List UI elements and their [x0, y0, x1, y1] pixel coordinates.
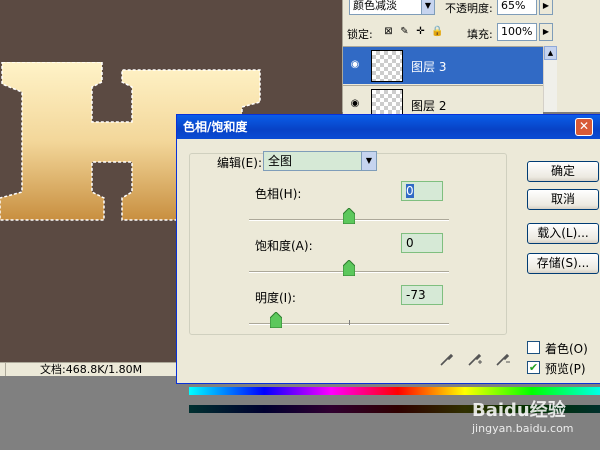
hue-value: 0 — [406, 184, 414, 198]
fill-input[interactable]: 100% — [497, 23, 537, 41]
eyedropper-subtract-icon[interactable] — [495, 351, 511, 367]
eye-icon[interactable]: ◉ — [349, 98, 361, 110]
lock-all-icon[interactable]: 🔒 — [431, 26, 443, 37]
hue-slider-thumb[interactable] — [343, 208, 355, 224]
lock-transparency-icon[interactable]: ⊠ — [383, 26, 394, 37]
document-size-info: 文档:468.8K/1.80M — [40, 363, 143, 376]
saturation-label: 饱和度(A): — [255, 239, 313, 253]
chevron-down-icon[interactable]: ▼ — [361, 151, 377, 171]
lock-label: 锁定: — [347, 28, 373, 41]
layers-panel: 颜色减淡 ▼ 不透明度: 65% ▶ 锁定: ⊠ ✎ ✛ 🔒 填充: 100% … — [342, 0, 600, 123]
preview-checkbox[interactable]: ✔ — [527, 361, 540, 374]
layer-row[interactable]: ◉ 图层 3 — [343, 46, 543, 84]
opacity-input[interactable]: 65% — [497, 0, 537, 15]
opacity-label: 不透明度: — [445, 2, 493, 15]
edit-range-select[interactable]: 全图 — [263, 151, 377, 171]
dialog-title: 色相/饱和度 — [183, 120, 248, 134]
lock-move-icon[interactable]: ✛ — [415, 26, 426, 37]
close-icon[interactable]: ✕ — [575, 118, 593, 136]
saturation-slider-thumb[interactable] — [343, 260, 355, 276]
eyedropper-icon[interactable] — [439, 351, 455, 367]
lock-brush-icon[interactable]: ✎ — [399, 26, 410, 37]
hue-saturation-dialog: 色相/饱和度 ✕ 编辑(E): 全图 ▼ 色相(H): 0 饱和度(A): 0 … — [176, 114, 600, 413]
scroll-up-icon[interactable]: ▲ — [544, 46, 557, 60]
layers-scrollbar[interactable]: ▲ — [543, 46, 557, 112]
edit-label: 编辑(E): — [215, 154, 264, 171]
dialog-titlebar[interactable]: 色相/饱和度 ✕ — [177, 115, 600, 139]
hue-slider[interactable] — [249, 208, 449, 224]
eyedropper-add-icon[interactable] — [467, 351, 483, 367]
chevron-right-icon[interactable]: ▶ — [539, 23, 553, 41]
hue-label: 色相(H): — [255, 187, 302, 201]
lightness-slider[interactable] — [249, 312, 449, 328]
saturation-input[interactable]: 0 — [401, 233, 443, 253]
load-button[interactable]: 载入(L)... — [527, 223, 599, 244]
ok-button[interactable]: 确定 — [527, 161, 599, 182]
watermark-url: jingyan.baidu.com — [472, 422, 574, 435]
watermark-brand: Baidu经验 — [472, 400, 566, 421]
eye-icon[interactable]: ◉ — [349, 59, 361, 71]
slider-center-tick — [349, 320, 350, 325]
chevron-down-icon[interactable]: ▼ — [421, 0, 435, 15]
fill-label: 填充: — [467, 28, 493, 41]
hue-input[interactable]: 0 — [401, 181, 443, 201]
saturation-slider[interactable] — [249, 260, 449, 276]
status-cell — [0, 363, 6, 376]
layer-name: 图层 3 — [411, 60, 447, 74]
layer-name: 图层 2 — [411, 99, 447, 113]
save-button[interactable]: 存储(S)... — [527, 253, 599, 274]
cancel-button[interactable]: 取消 — [527, 189, 599, 210]
chevron-right-icon[interactable]: ▶ — [539, 0, 553, 15]
layer-thumbnail — [371, 50, 403, 82]
lightness-input[interactable]: -73 — [401, 285, 443, 305]
colorize-checkbox[interactable] — [527, 341, 540, 354]
colorize-label: 着色(O) — [545, 342, 588, 356]
lightness-slider-thumb[interactable] — [270, 312, 282, 328]
watermark: Baidu经验 jingyan.baidu.com — [472, 396, 600, 444]
adjustment-group — [189, 153, 507, 335]
lightness-label: 明度(I): — [255, 291, 296, 305]
color-spectrum-bar — [189, 387, 600, 395]
preview-label: 预览(P) — [545, 362, 586, 376]
